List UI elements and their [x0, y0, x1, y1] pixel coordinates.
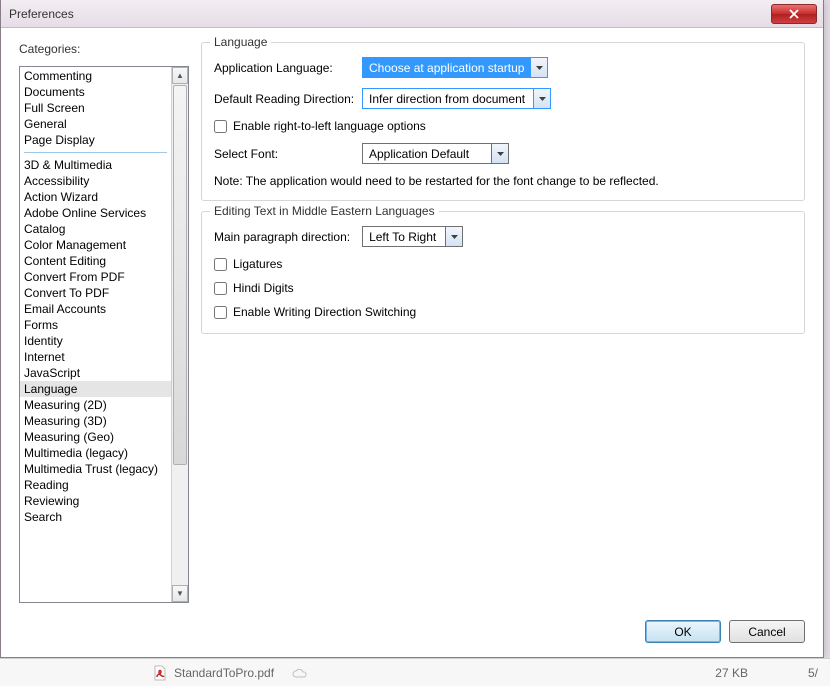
category-item[interactable]: JavaScript: [20, 365, 171, 381]
ok-button[interactable]: OK: [645, 620, 721, 643]
dropdown-arrow-icon: [491, 144, 508, 163]
background-filename: StandardToPro.pdf: [174, 666, 274, 680]
title-bar: Preferences: [1, 0, 823, 28]
close-icon: [789, 9, 799, 19]
scroll-up-arrow[interactable]: ▲: [172, 67, 188, 84]
select-font-dropdown[interactable]: Application Default: [362, 143, 509, 164]
select-font-label: Select Font:: [214, 147, 362, 161]
scroll-thumb[interactable]: [173, 85, 187, 465]
cloud-icon: [292, 667, 308, 679]
scroll-down-arrow[interactable]: ▼: [172, 585, 188, 602]
middle-eastern-legend: Editing Text in Middle Eastern Languages: [210, 204, 439, 218]
cancel-button[interactable]: Cancel: [729, 620, 805, 643]
window-title: Preferences: [9, 7, 771, 21]
category-item[interactable]: Documents: [20, 84, 171, 100]
category-item[interactable]: Convert To PDF: [20, 285, 171, 301]
category-item[interactable]: Reading: [20, 477, 171, 493]
background-size: 27 KB: [715, 666, 748, 680]
category-item[interactable]: Content Editing: [20, 253, 171, 269]
category-item[interactable]: Measuring (3D): [20, 413, 171, 429]
category-item[interactable]: Action Wizard: [20, 189, 171, 205]
app-language-dropdown[interactable]: Choose at application startup: [362, 57, 548, 78]
category-item[interactable]: General: [20, 116, 171, 132]
category-item[interactable]: Convert From PDF: [20, 269, 171, 285]
category-item[interactable]: Measuring (2D): [20, 397, 171, 413]
dropdown-arrow-icon: [533, 89, 550, 108]
rtl-checkbox[interactable]: [214, 120, 227, 133]
font-restart-note: Note: The application would need to be r…: [214, 174, 792, 188]
dropdown-arrow-icon: [530, 58, 547, 77]
category-item[interactable]: 3D & Multimedia: [20, 157, 171, 173]
pdf-icon: [152, 665, 168, 681]
select-font-value: Application Default: [363, 144, 491, 163]
category-item[interactable]: Internet: [20, 349, 171, 365]
middle-eastern-group: Editing Text in Middle Eastern Languages…: [201, 211, 805, 334]
writing-direction-label: Enable Writing Direction Switching: [233, 305, 416, 319]
category-item[interactable]: Multimedia Trust (legacy): [20, 461, 171, 477]
rtl-checkbox-label: Enable right-to-left language options: [233, 119, 426, 133]
category-item[interactable]: Accessibility: [20, 173, 171, 189]
category-item[interactable]: Multimedia (legacy): [20, 445, 171, 461]
ligatures-checkbox[interactable]: [214, 258, 227, 271]
main-paragraph-label: Main paragraph direction:: [214, 230, 350, 244]
reading-direction-dropdown[interactable]: Infer direction from document: [362, 88, 551, 109]
categories-scrollbar[interactable]: ▲ ▼: [171, 67, 188, 602]
language-group: Language Application Language: Choose at…: [201, 42, 805, 201]
app-language-label: Application Language:: [214, 61, 362, 75]
settings-panel: Language Application Language: Choose at…: [201, 42, 805, 603]
background-page: 5/: [808, 666, 818, 680]
category-item[interactable]: Color Management: [20, 237, 171, 253]
category-item[interactable]: Forms: [20, 317, 171, 333]
category-item[interactable]: Catalog: [20, 221, 171, 237]
app-language-value: Choose at application startup: [363, 58, 530, 77]
category-item[interactable]: Email Accounts: [20, 301, 171, 317]
ligatures-label: Ligatures: [233, 257, 282, 271]
language-group-legend: Language: [210, 35, 271, 49]
category-divider: [24, 152, 167, 153]
category-item[interactable]: Commenting: [20, 68, 171, 84]
reading-direction-value: Infer direction from document: [363, 89, 533, 108]
dialog-buttons: OK Cancel: [645, 620, 805, 643]
main-paragraph-value: Left To Right: [363, 227, 445, 246]
main-paragraph-dropdown[interactable]: Left To Right: [362, 226, 463, 247]
categories-label: Categories:: [19, 42, 80, 56]
hindi-digits-label: Hindi Digits: [233, 281, 294, 295]
category-item[interactable]: Reviewing: [20, 493, 171, 509]
background-explorer-row: StandardToPro.pdf 27 KB 5/: [0, 658, 830, 686]
writing-direction-checkbox[interactable]: [214, 306, 227, 319]
preferences-dialog: Preferences Categories: CommentingDocume…: [0, 0, 824, 658]
dialog-content: Categories: CommentingDocumentsFull Scre…: [1, 28, 823, 657]
category-item[interactable]: Identity: [20, 333, 171, 349]
dropdown-arrow-icon: [445, 227, 462, 246]
close-button[interactable]: [771, 4, 817, 24]
category-item[interactable]: Language: [20, 381, 171, 397]
category-item[interactable]: Search: [20, 509, 171, 525]
category-item[interactable]: Measuring (Geo): [20, 429, 171, 445]
hindi-digits-checkbox[interactable]: [214, 282, 227, 295]
categories-listbox[interactable]: CommentingDocumentsFull ScreenGeneralPag…: [19, 66, 189, 603]
category-item[interactable]: Full Screen: [20, 100, 171, 116]
category-item[interactable]: Page Display: [20, 132, 171, 148]
reading-direction-label: Default Reading Direction:: [214, 92, 362, 106]
category-item[interactable]: Adobe Online Services: [20, 205, 171, 221]
